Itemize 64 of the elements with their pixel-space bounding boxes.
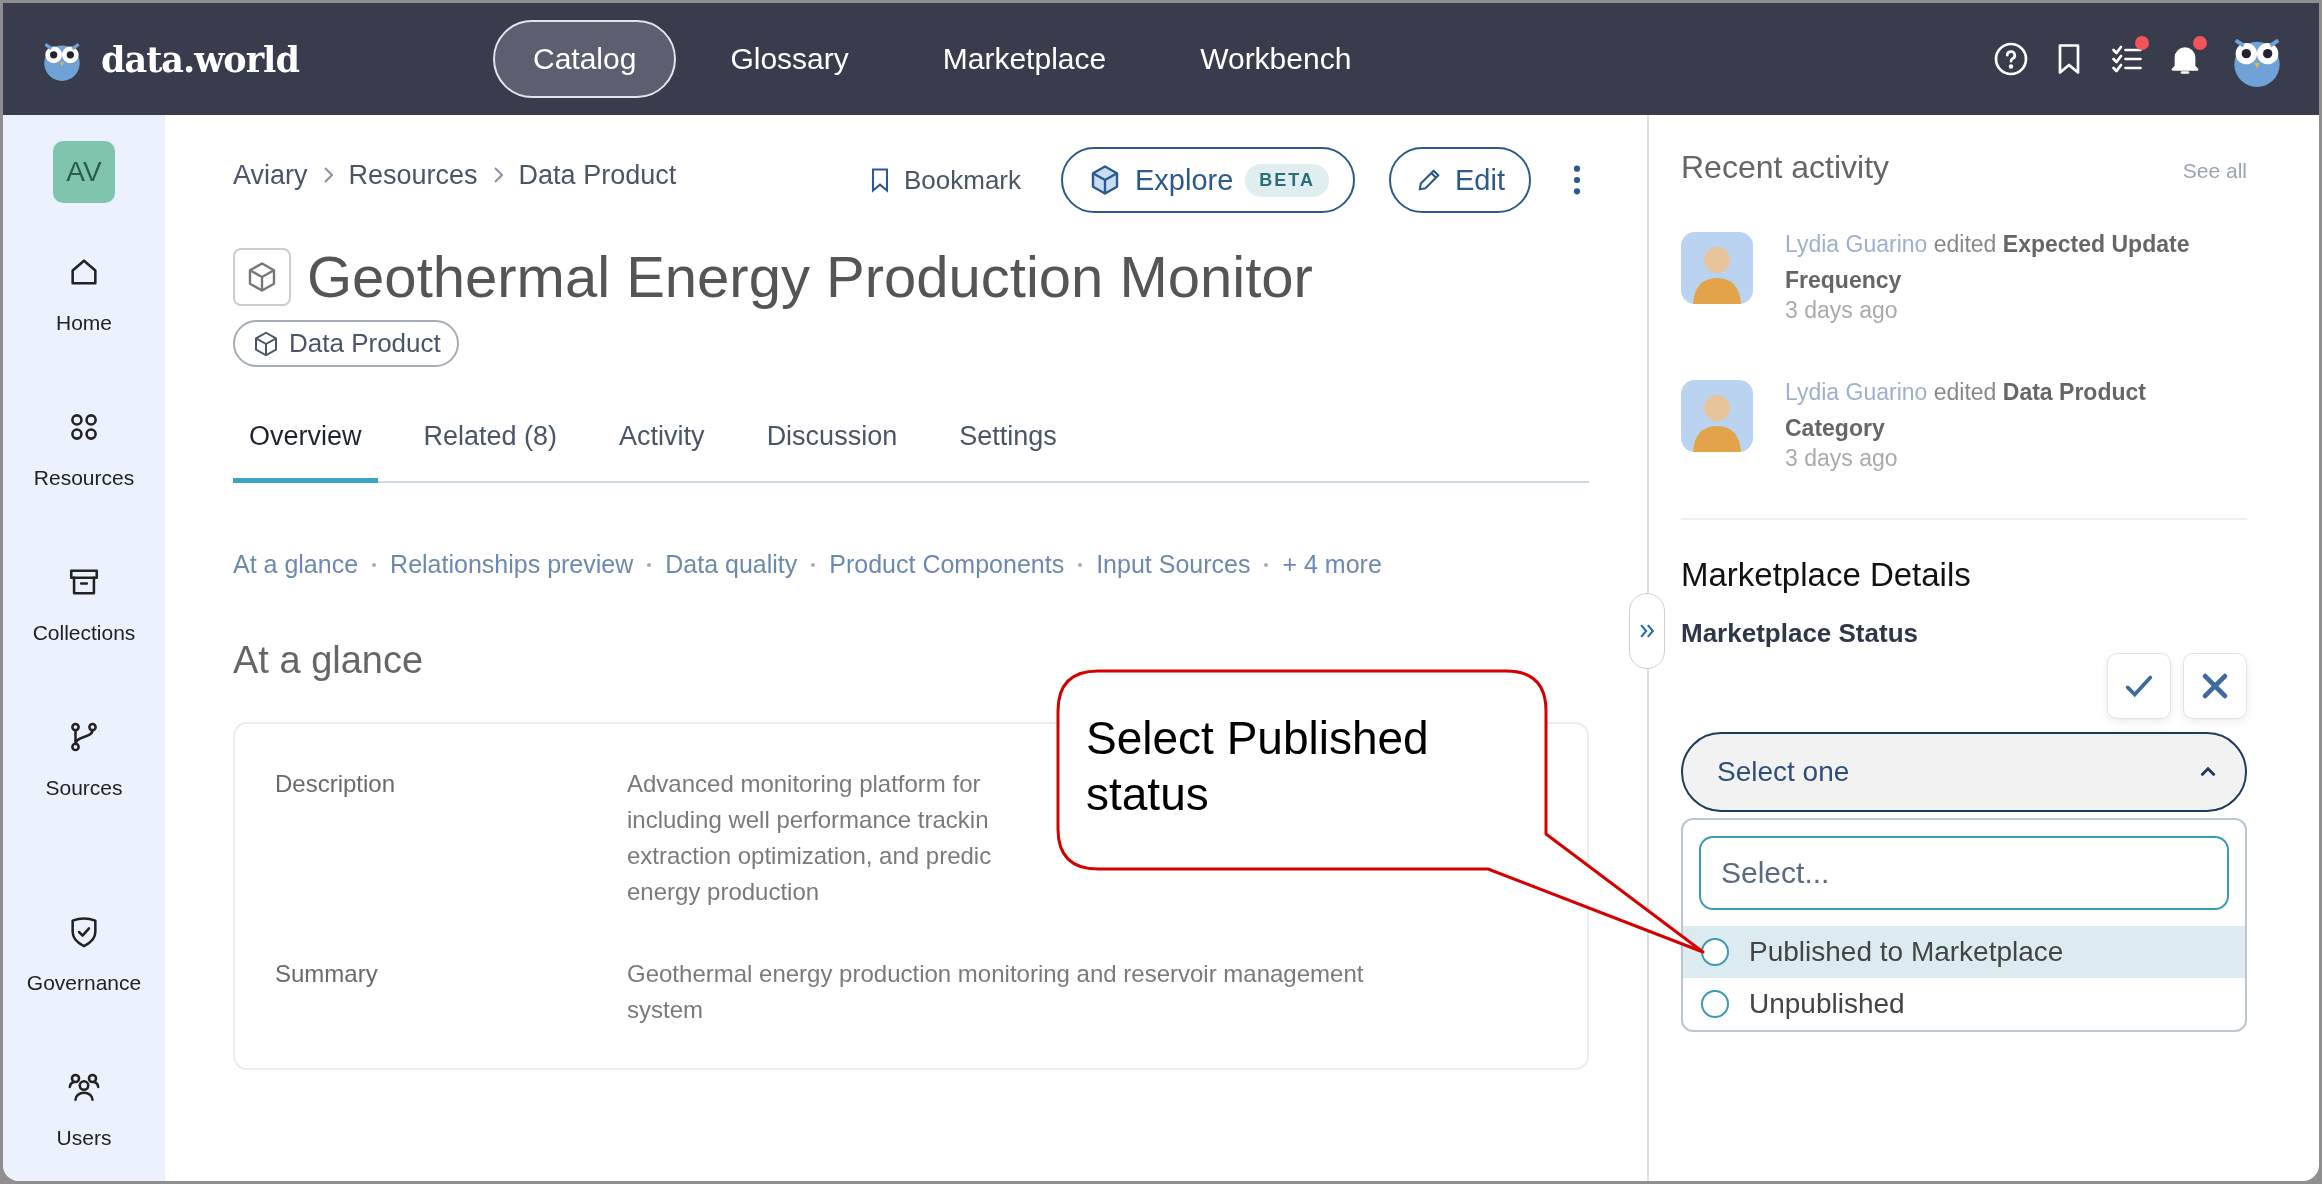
- logo-text: data.world: [101, 38, 299, 80]
- callout-text: Select Published status: [1086, 711, 1430, 822]
- kebab-icon: [1571, 163, 1583, 197]
- section-heading: At a glance: [233, 639, 425, 682]
- section-link[interactable]: Relationships preview: [390, 550, 634, 579]
- activity-time: 3 days ago: [1785, 296, 1899, 325]
- page-title: Geothermal Energy Production Monitor: [307, 243, 1313, 310]
- tab[interactable]: Related (8): [407, 395, 574, 483]
- field-value: system: [627, 995, 703, 1025]
- section-heading: Marketplace Details: [1681, 556, 1972, 594]
- confirm-button[interactable]: [2107, 653, 2171, 719]
- radio-button[interactable]: [1701, 938, 1729, 966]
- section-link[interactable]: Input Sources: [1096, 550, 1251, 579]
- nav-tab[interactable]: Marketplace: [902, 20, 1147, 98]
- breadcrumb-link[interactable]: Aviary: [233, 159, 308, 191]
- breadcrumb-link[interactable]: Data Product: [518, 159, 677, 191]
- field-value: extraction optimization, and predic: [627, 841, 992, 871]
- tab[interactable]: Discussion: [750, 395, 914, 483]
- bookmark-button[interactable]: Bookmark: [859, 163, 1027, 197]
- field-value: Geothermal energy production monitoring and reservoir management: [627, 959, 1364, 989]
- tab[interactable]: Overview: [233, 395, 378, 483]
- panel-heading: Recent activity: [1681, 149, 1890, 186]
- field-value: including well performance trackin: [627, 805, 989, 835]
- field-label: Summary: [275, 959, 379, 989]
- dropdown-option[interactable]: Unpublished: [1683, 978, 2245, 1030]
- beta-badge: BETA: [1245, 163, 1329, 197]
- edit-button[interactable]: Edit: [1389, 147, 1531, 213]
- avatar-icon: [1681, 232, 1753, 304]
- explore-button[interactable]: Explore BETA: [1061, 147, 1355, 213]
- sidebar-item[interactable]: Users: [9, 1056, 159, 1181]
- help-icon[interactable]: [1993, 41, 2029, 77]
- nav-tab[interactable]: Glossary: [690, 20, 889, 98]
- sidebar-item[interactable]: Sources: [9, 706, 159, 861]
- type-chip: Data Product: [233, 320, 459, 367]
- activity-text: Lydia Guarino edited Expected Update Frequency: [1785, 230, 2191, 295]
- radio-button[interactable]: [1701, 990, 1729, 1018]
- sidebar-item[interactable]: Collections: [9, 551, 159, 706]
- status-dropdown[interactable]: Select one: [1681, 732, 2247, 812]
- collapse-handle[interactable]: [1629, 593, 1665, 669]
- activity-time: 3 days ago: [1785, 444, 1899, 473]
- field-label: Marketplace Status: [1681, 618, 1919, 649]
- avatar-icon: [1681, 380, 1753, 452]
- nav-tab[interactable]: Workbench: [1160, 20, 1392, 98]
- search-field[interactable]: Select...: [1699, 836, 2229, 910]
- section-link[interactable]: + 4 more: [1282, 550, 1382, 579]
- activity-text: Lydia Guarino edited Data Product Category: [1785, 378, 2147, 443]
- dropdown-option[interactable]: Published to Marketplace: [1683, 926, 2245, 978]
- cancel-button[interactable]: [2183, 653, 2247, 719]
- section-link[interactable]: At a glance: [233, 550, 359, 579]
- sidebar-item[interactable]: Home: [9, 241, 159, 396]
- tab[interactable]: Settings: [943, 395, 1073, 483]
- field-value: energy production: [627, 877, 820, 907]
- chevron-right-icon: [323, 167, 333, 183]
- sidebar-item[interactable]: Resources: [9, 396, 159, 551]
- tab[interactable]: Activity: [603, 395, 721, 483]
- sidebar-item[interactable]: Governance: [9, 901, 159, 1056]
- user-initials-badge[interactable]: AV: [53, 141, 115, 203]
- section-link[interactable]: Product Components: [829, 550, 1065, 579]
- field-value: Advanced monitoring platform for: [627, 769, 981, 799]
- breadcrumb-link[interactable]: Resources: [348, 159, 478, 191]
- field-label: Description: [275, 769, 397, 799]
- section-link[interactable]: Data quality: [665, 550, 798, 579]
- nav-tab[interactable]: Catalog: [493, 20, 677, 98]
- chevron-right-icon: [493, 167, 503, 183]
